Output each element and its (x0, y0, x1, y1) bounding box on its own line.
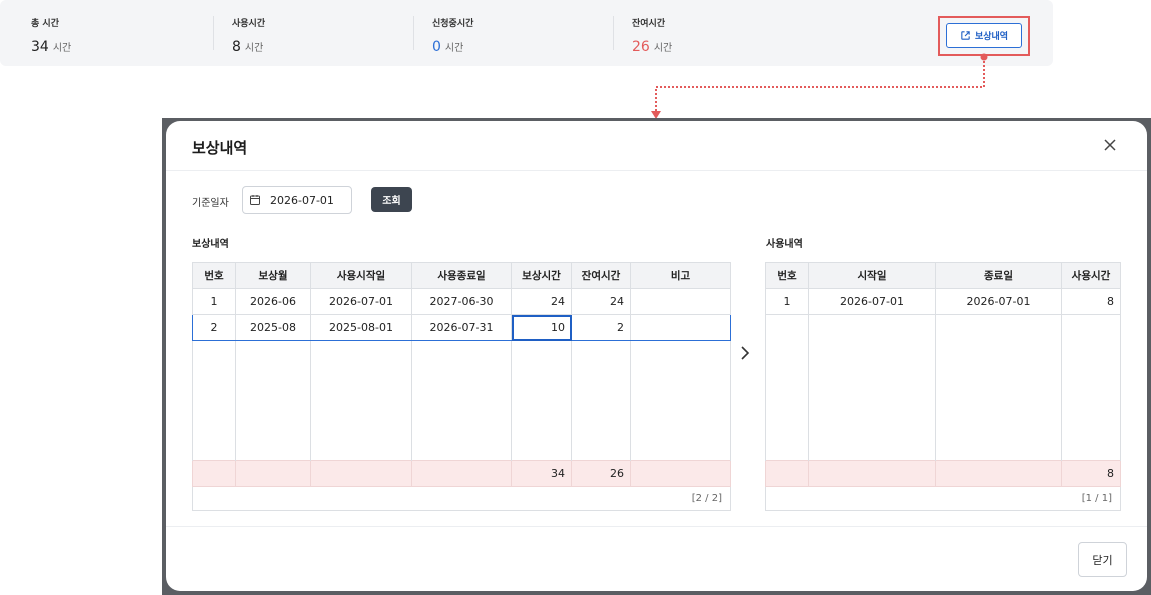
usage-table: 번호 시작일 종료일 사용시간 1 2026-07-01 2026-07-01 … (765, 262, 1121, 511)
date-value: 2026-07-01 (270, 193, 334, 207)
button-label: 보상내역 (974, 32, 1009, 42)
stat-unit: 시간 (244, 43, 264, 54)
column-header[interactable]: 비고 (630, 262, 731, 289)
summary-bar: 총 시간 34 시간 사용시간 8 시간 신청중시간 0 시간 잔여시간 26 시간 (0, 0, 1053, 66)
stat-value: 26 (632, 39, 650, 55)
pager-row: [1 / 1] (765, 486, 1121, 511)
column-header[interactable]: 보상월 (235, 262, 311, 289)
stat-total: 총 시간 34 시간 (31, 16, 71, 55)
table-cell[interactable]: 2026-07-01 (310, 288, 412, 315)
total-cell (235, 460, 311, 487)
divider (213, 16, 214, 50)
total-cell: 34 (511, 460, 572, 487)
table-cell[interactable]: 1 (765, 288, 809, 315)
total-cell (192, 460, 236, 487)
column-header[interactable]: 사용시간 (1061, 262, 1121, 289)
total-cell (808, 460, 936, 487)
totals-row: 34 26 (192, 460, 731, 487)
table-row-selected[interactable]: 2 2025-08 2025-08-01 2026-07-31 10 2 (192, 314, 731, 341)
table-cell-focused[interactable]: 10 (511, 314, 572, 341)
column-header[interactable]: 종료일 (935, 262, 1062, 289)
table-cell[interactable]: 2026-06 (235, 288, 311, 315)
column-header[interactable]: 시작일 (808, 262, 936, 289)
total-cell (630, 460, 731, 487)
table-cell[interactable]: 2 (571, 314, 631, 341)
external-link-icon (961, 31, 970, 40)
column-header[interactable]: 번호 (192, 262, 236, 289)
empty-area (192, 340, 731, 461)
table-row[interactable]: 1 2026-06 2026-07-01 2027-06-30 24 24 (192, 288, 731, 315)
stat-used: 사용시간 8 시간 (232, 16, 265, 55)
search-button[interactable]: 조회 (371, 187, 412, 212)
compensation-section-title: 보상내역 (192, 239, 229, 250)
empty-area (765, 314, 1121, 461)
pager-row: [2 / 2] (192, 486, 731, 511)
header-divider (166, 170, 1147, 171)
date-label: 기준일자 (192, 198, 229, 209)
total-cell: 8 (1061, 460, 1121, 487)
table-cell[interactable]: 24 (571, 288, 631, 315)
modal-title: 보상내역 (192, 139, 248, 157)
total-cell (411, 460, 512, 487)
compensation-history-button[interactable]: 보상내역 (946, 23, 1022, 48)
pager: [2 / 2] (192, 486, 731, 511)
close-icon[interactable] (1100, 135, 1120, 155)
table-cell[interactable]: 1 (192, 288, 236, 315)
table-cell[interactable]: 2026-07-31 (411, 314, 512, 341)
stat-value: 34 (31, 39, 49, 55)
table-cell[interactable]: 8 (1061, 288, 1121, 315)
table-cell[interactable] (630, 288, 731, 315)
compensation-modal: 보상내역 기준일자 2026-07-01 조회 보상내역 사용내역 번호 보상월… (166, 121, 1147, 591)
table-header-row: 번호 시작일 종료일 사용시간 (765, 262, 1121, 289)
stat-label: 총 시간 (31, 19, 59, 29)
column-header[interactable]: 사용종료일 (411, 262, 512, 289)
divider (613, 16, 614, 50)
stat-label: 사용시간 (232, 19, 266, 29)
totals-row: 8 (765, 460, 1121, 487)
chevron-right-icon[interactable] (738, 344, 752, 362)
total-cell (935, 460, 1062, 487)
stat-unit: 시간 (52, 43, 72, 54)
table-cell[interactable]: 2027-06-30 (411, 288, 512, 315)
table-cell[interactable]: 2025-08-01 (310, 314, 412, 341)
stat-label: 잔여시간 (632, 19, 666, 29)
table-cell[interactable]: 2026-07-01 (808, 288, 936, 315)
compensation-table: 번호 보상월 사용시작일 사용종료일 보상시간 잔여시간 비고 1 2026-0… (192, 262, 731, 511)
table-cell[interactable]: 2 (192, 314, 236, 341)
stat-pending: 신청중시간 0 시간 (432, 16, 473, 55)
stat-value: 0 (432, 39, 441, 55)
pager: [1 / 1] (765, 486, 1121, 511)
table-row[interactable]: 1 2026-07-01 2026-07-01 8 (765, 288, 1121, 315)
table-cell[interactable]: 2025-08 (235, 314, 311, 341)
total-cell: 26 (571, 460, 631, 487)
stat-unit: 시간 (653, 43, 673, 54)
column-header[interactable]: 번호 (765, 262, 809, 289)
stat-label: 신청중시간 (432, 19, 474, 29)
table-cell[interactable] (630, 314, 731, 341)
footer-divider (166, 526, 1147, 527)
table-cell[interactable]: 24 (511, 288, 572, 315)
total-cell (310, 460, 412, 487)
column-header[interactable]: 잔여시간 (571, 262, 631, 289)
total-cell (765, 460, 809, 487)
table-cell[interactable]: 2026-07-01 (935, 288, 1062, 315)
column-header[interactable]: 보상시간 (511, 262, 572, 289)
stat-value: 8 (232, 39, 241, 55)
divider (413, 16, 414, 50)
column-header[interactable]: 사용시작일 (310, 262, 412, 289)
usage-section-title: 사용내역 (766, 239, 803, 250)
stat-unit: 시간 (444, 43, 464, 54)
table-header-row: 번호 보상월 사용시작일 사용종료일 보상시간 잔여시간 비고 (192, 262, 731, 289)
close-button[interactable]: 닫기 (1078, 542, 1127, 577)
calendar-icon (250, 195, 260, 205)
stat-remaining: 잔여시간 26 시간 (632, 16, 672, 55)
date-field[interactable]: 2026-07-01 (242, 186, 352, 214)
